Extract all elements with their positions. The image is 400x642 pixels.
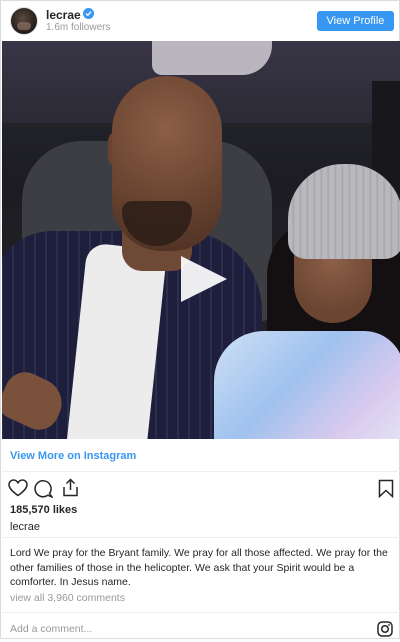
play-icon[interactable]: [181, 256, 227, 302]
add-comment-input[interactable]: Add a comment...: [10, 623, 92, 635]
view-more-link[interactable]: View More on Instagram: [10, 450, 136, 462]
heart-icon[interactable]: [8, 479, 28, 502]
avatar[interactable]: [10, 7, 38, 35]
verified-badge-icon: [83, 8, 94, 19]
video-media[interactable]: [2, 41, 400, 439]
caption-username[interactable]: lecrae: [10, 521, 40, 533]
view-profile-button[interactable]: View Profile: [317, 11, 394, 31]
follower-count: 1.6m followers: [46, 22, 111, 33]
divider: [2, 471, 400, 472]
post-caption: Lord We pray for the Bryant family. We p…: [10, 547, 388, 588]
girl-jacket: [214, 331, 400, 439]
like-count[interactable]: 185,570 likes: [10, 504, 77, 516]
beanie: [288, 164, 400, 259]
comment-icon[interactable]: [34, 479, 55, 503]
view-all-comments-link[interactable]: view all 3,960 comments: [10, 592, 125, 604]
instagram-embed: lecrae 1.6m followers View Profile View …: [0, 0, 400, 639]
post-header: lecrae 1.6m followers View Profile: [1, 1, 399, 41]
share-icon[interactable]: [61, 478, 80, 502]
save-icon[interactable]: [378, 479, 394, 503]
username[interactable]: lecrae: [46, 8, 81, 22]
